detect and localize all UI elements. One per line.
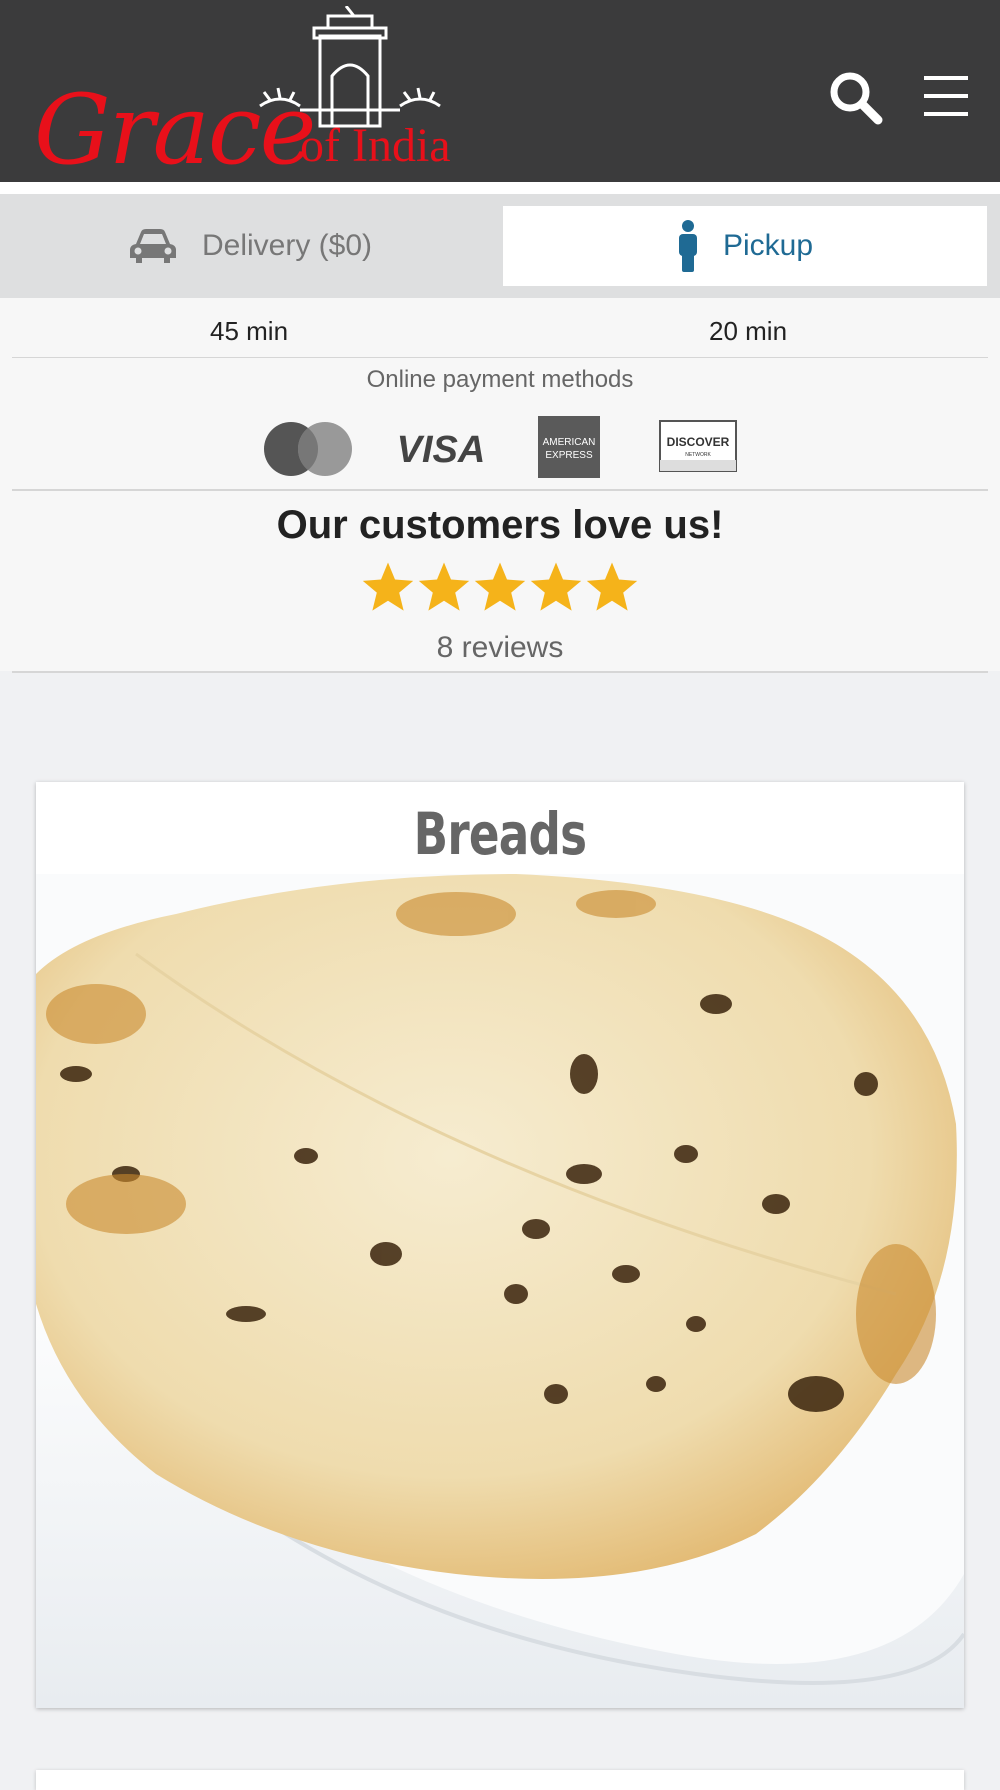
payment-card-list: VISA AMERICAN EXPRESS DISCOVER NETWORK (0, 414, 1000, 484)
tab-delivery-label: Delivery ($0) (201, 229, 373, 262)
wait-times: 45 min 20 min (0, 298, 1000, 358)
mastercard-icon (264, 422, 352, 476)
visa-icon: VISA (397, 429, 486, 468)
divider (12, 671, 988, 673)
logo-subtitle: of India (300, 119, 451, 172)
tab-delivery[interactable]: Delivery ($0) (0, 206, 500, 286)
reviews-block: Our customers love us! 8 reviews (0, 491, 1000, 671)
star-icon (474, 562, 526, 611)
logo-wordmark: Grace (34, 74, 316, 186)
star-icon (362, 562, 414, 611)
order-type-tabs: Delivery ($0) Pickup (0, 194, 1000, 298)
star-icon (586, 562, 638, 611)
amex-line2: EXPRESS (545, 450, 593, 461)
payment-methods-title: Online payment methods (366, 366, 634, 393)
category-card-breads[interactable]: Breads (36, 782, 964, 1708)
naan-bread-photo (36, 874, 964, 1708)
pickup-time: 20 min (709, 316, 788, 346)
discover-sub: NETWORK (685, 452, 711, 458)
search-icon (830, 72, 883, 125)
american-express-icon: AMERICAN EXPRESS (538, 416, 600, 478)
category-card-next[interactable] (36, 1770, 964, 1790)
site-header: Grace of India (0, 0, 1000, 182)
discover-icon: DISCOVER NETWORK (659, 420, 737, 472)
tab-pickup-label: Pickup (722, 229, 814, 262)
header-divider (0, 182, 1000, 194)
amex-line1: AMERICAN (543, 437, 596, 448)
menu-button[interactable] (922, 72, 970, 120)
category-title: Breads (413, 800, 587, 868)
grace-of-india-logo[interactable]: Grace of India (30, 6, 500, 182)
visa-text: VISA (397, 429, 486, 468)
reviews-count-link[interactable]: 8 reviews (0, 631, 1000, 665)
star-icon (418, 562, 470, 611)
tab-pickup[interactable]: Pickup (503, 206, 987, 286)
person-icon (678, 220, 697, 272)
delivery-time: 45 min (210, 316, 289, 346)
discover-text: DISCOVER (667, 435, 730, 449)
reviews-headline: Our customers love us! (276, 503, 724, 547)
hamburger-menu-icon (924, 76, 968, 116)
star-icon (530, 562, 582, 611)
car-icon (129, 229, 176, 263)
search-button[interactable] (828, 70, 884, 126)
rating-stars (360, 559, 640, 619)
